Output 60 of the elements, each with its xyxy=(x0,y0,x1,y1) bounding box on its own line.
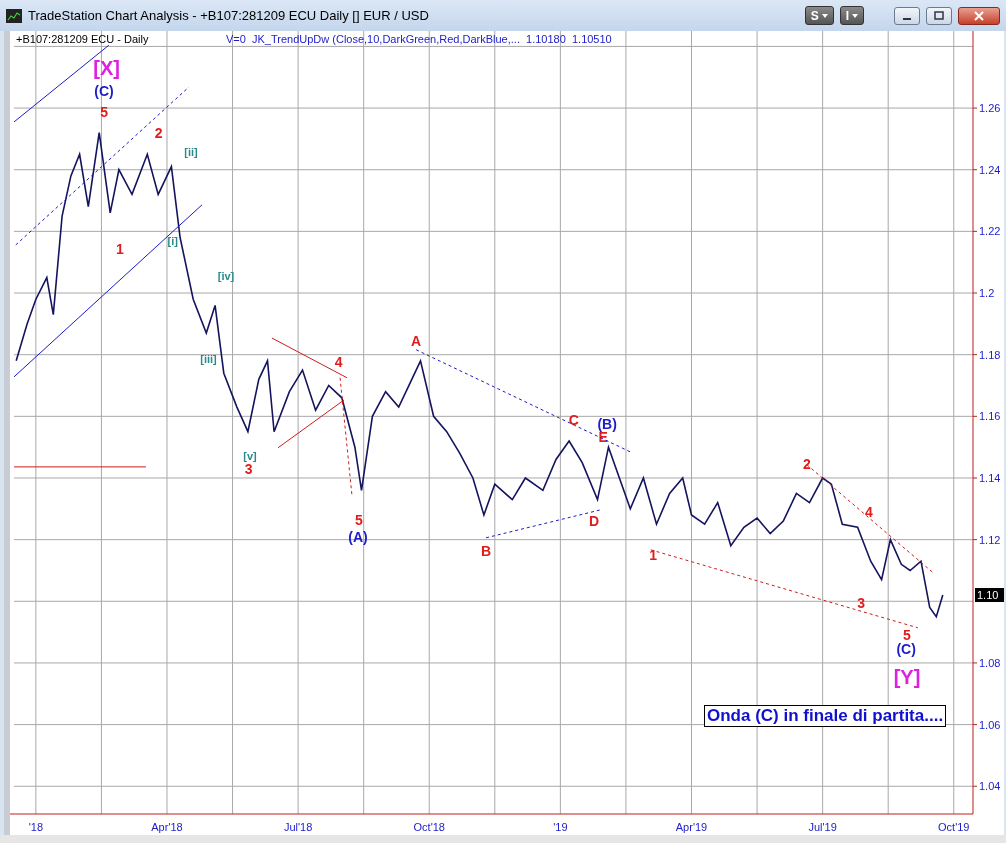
wave-label: (C) xyxy=(896,640,916,657)
wave-label: [v] xyxy=(243,449,257,462)
scrollbar[interactable] xyxy=(0,835,1006,843)
window-title: TradeStation Chart Analysis - +B107:281209 ECU Daily [] EUR / USD xyxy=(28,8,430,23)
wave-label: [iii] xyxy=(200,352,217,365)
wave-label: 1 xyxy=(649,546,657,563)
wave-label: 2 xyxy=(154,125,163,142)
price-axis-label: 1.2 xyxy=(979,287,995,300)
wave-label: [Y] xyxy=(893,665,921,688)
last-price-label: 1.10 xyxy=(975,588,1004,603)
maximize-icon xyxy=(933,10,945,21)
wave-label: 5 xyxy=(100,104,108,121)
caret-icon xyxy=(852,13,858,18)
price-axis-label: 1.14 xyxy=(979,472,1001,484)
wave-label: 5 xyxy=(355,511,363,528)
date-axis-label: Apr'18 xyxy=(151,821,183,833)
wave-label: 5 xyxy=(903,626,911,643)
app-icon xyxy=(6,8,22,23)
wave-label: D xyxy=(588,512,600,529)
chart-note: Onda (C) in finale di partita.... xyxy=(704,705,947,727)
price-axis-label: 1.04 xyxy=(979,780,1001,793)
price-axis-label: 1.06 xyxy=(979,718,1001,731)
wave-label: (A) xyxy=(348,528,368,545)
date-axis-label: Apr'19 xyxy=(675,821,708,833)
date-axis-label: '18 xyxy=(28,821,44,833)
wave-label: [ii] xyxy=(184,146,198,159)
date-axis-label: Oct'18 xyxy=(413,821,445,833)
wave-label: C xyxy=(568,411,579,428)
price-axis-label: 1.08 xyxy=(979,656,1001,669)
wave-label: 4 xyxy=(334,353,343,370)
date-axis-label: '19 xyxy=(553,821,568,833)
minimize-icon xyxy=(903,17,911,20)
indicator-label: V=0 JK_TrendUpDw (Close,10,DarkGreen,Red,DarkBlue,... 1.10180 1.10510 xyxy=(226,33,612,45)
wave-label: 3 xyxy=(857,594,865,611)
dropdown-button[interactable]: I xyxy=(839,6,864,25)
symbol-label: +B107:281209 ECU - Daily xyxy=(16,33,149,45)
minimize-button[interactable] xyxy=(894,6,920,25)
caret-icon xyxy=(821,13,828,18)
wave-label: [i] xyxy=(167,234,178,247)
dropdown-button[interactable]: S xyxy=(804,6,834,25)
wave-label: [X] xyxy=(93,57,120,80)
price-axis-label: 1.24 xyxy=(979,163,1001,176)
wave-label: A xyxy=(411,332,422,349)
maximize-button[interactable] xyxy=(926,6,952,25)
wave-label: [iv] xyxy=(217,270,235,283)
date-axis-label: Jul'18 xyxy=(283,821,313,833)
price-axis-label: 1.16 xyxy=(979,410,1001,423)
date-axis-label: Jul'19 xyxy=(808,821,837,833)
wave-label: B xyxy=(481,542,492,559)
wave-label: (C) xyxy=(94,83,114,100)
close-button[interactable] xyxy=(958,6,1000,25)
wave-label: 2 xyxy=(803,455,811,472)
wave-label: 1 xyxy=(115,241,124,257)
price-axis-label: 1.22 xyxy=(979,225,1001,238)
price-axis-label: 1.18 xyxy=(979,348,1001,361)
close-icon xyxy=(973,10,985,21)
date-axis-label: Oct'19 xyxy=(938,821,970,833)
wave-label: 4 xyxy=(865,503,873,520)
price-axis-label: 1.26 xyxy=(979,102,1001,115)
price-axis-label: 1.12 xyxy=(979,533,1001,546)
